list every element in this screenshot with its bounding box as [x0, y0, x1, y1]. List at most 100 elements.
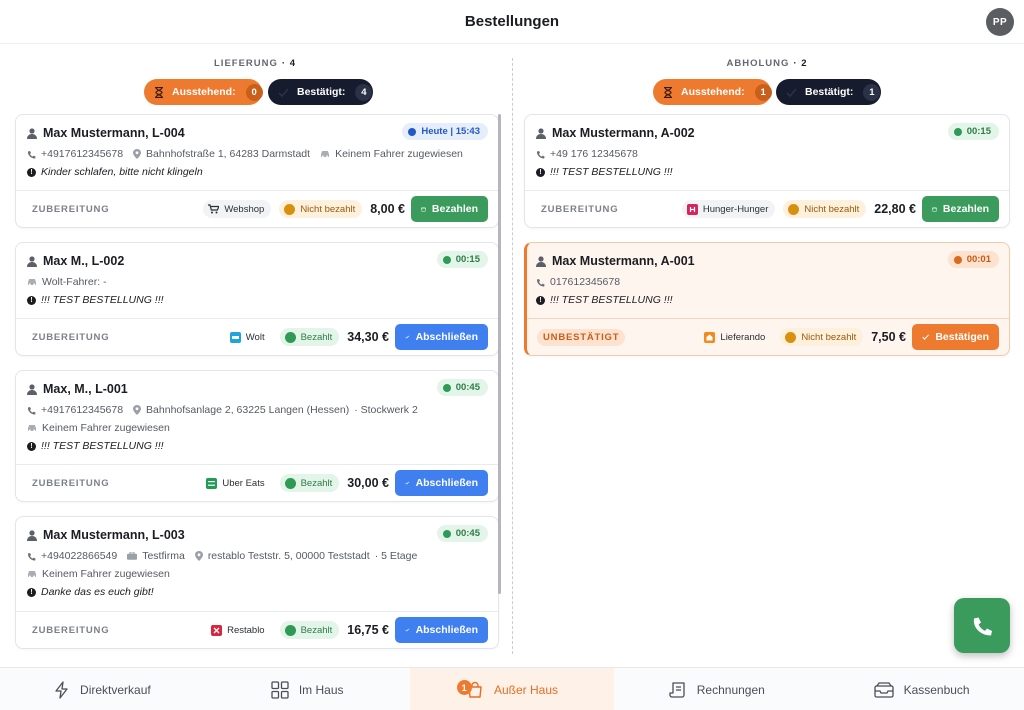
- nav-direktverkauf[interactable]: Direktverkauf: [0, 668, 205, 710]
- customer-name: Max Mustermann, A-002: [536, 124, 998, 142]
- confirm-button[interactable]: Bestätigen: [912, 324, 999, 350]
- order-amount: 16,75 €: [347, 623, 389, 637]
- info-icon: !: [27, 295, 36, 305]
- order-card-L-003[interactable]: Max Mustermann, L-003 00:45 +49402286654…: [15, 516, 499, 649]
- clock-icon: [953, 127, 962, 136]
- person-icon: [27, 255, 37, 267]
- phone-number: +494022866549: [41, 550, 118, 562]
- complete-button[interactable]: Abschließen: [395, 324, 488, 350]
- order-footer: ZUBEREITUNG Wolt Bezahlt 34,30 € Abschli…: [16, 318, 498, 355]
- order-status: ZUBEREITUNG: [32, 203, 110, 215]
- info-icon: !: [27, 587, 36, 597]
- payment-status-text: Bezahlt: [300, 477, 333, 489]
- nav-kassenbuch[interactable]: Kassenbuch: [819, 668, 1024, 710]
- clock-icon: [408, 127, 417, 136]
- floor-text: · Stockwerk 2: [354, 404, 418, 416]
- address-text: Bahnhofsanlage 2, 63225 Langen (Hessen): [146, 404, 350, 416]
- driver-text: Wolt-Fahrer: -: [42, 276, 107, 288]
- time-badge-text: 00:45: [455, 528, 480, 539]
- source-chip: Restablo: [206, 621, 272, 639]
- bottom-navigation: Direktverkauf Im Haus 1 Außer Haus Rechn…: [0, 667, 1024, 710]
- briefcase-icon: [127, 552, 138, 560]
- phone-entry[interactable]: +494022866549: [27, 550, 117, 562]
- person-icon: [536, 255, 546, 267]
- double-check-icon: [405, 481, 410, 485]
- order-note: ! !!! TEST BESTELLUNG !!!: [27, 291, 487, 309]
- phone-entry[interactable]: 017612345678: [536, 276, 620, 288]
- time-badge: 00:01: [947, 251, 999, 268]
- order-status: UNBESTÄTIGT: [537, 328, 626, 346]
- payment-status-icon: [284, 477, 296, 489]
- order-card-L-002[interactable]: Max M., L-002 00:15 Wolt-Fahrer: - ! !!! …: [15, 242, 499, 356]
- order-card-A-002[interactable]: Max Mustermann, A-002 00:15 +49 176 1234…: [524, 114, 1010, 228]
- note-text: !!! TEST BESTELLUNG !!!: [550, 166, 673, 178]
- nav-label: Rechnungen: [696, 682, 765, 697]
- hourglass-icon: [663, 86, 673, 98]
- pay-button[interactable]: Bezahlen: [922, 196, 999, 222]
- customer-name: Max Mustermann, L-003: [27, 526, 487, 544]
- grid-icon: [271, 680, 289, 699]
- driver-line: Keinem Fahrer zugewiesen: [27, 565, 487, 583]
- delivery-confirmed-filter[interactable]: Bestätigt: 4: [268, 79, 373, 105]
- order-footer: ZUBEREITUNG Uber Eats Bezahlt 30,00 € Ab…: [16, 464, 498, 501]
- nav-im-haus[interactable]: Im Haus: [205, 668, 410, 710]
- complete-button-label: Abschließen: [415, 624, 478, 636]
- time-badge-text: Heute | 15:43: [421, 126, 480, 137]
- phone-call-button[interactable]: [954, 598, 1010, 653]
- phone-entry[interactable]: +4917612345678: [27, 404, 123, 416]
- delivery-pending-label: Ausstehend:: [172, 86, 236, 98]
- location-pin-icon: [133, 405, 142, 415]
- app-header: Bestellungen PP: [0, 0, 1024, 44]
- complete-button[interactable]: Abschließen: [395, 470, 488, 496]
- nav-rechnungen[interactable]: Rechnungen: [614, 668, 819, 710]
- user-avatar[interactable]: PP: [986, 8, 1014, 36]
- phone-icon: [27, 552, 36, 561]
- order-card-L-004[interactable]: Max Mustermann, L-004 Heute | 15:43 +491…: [15, 114, 499, 228]
- time-badge: 00:15: [947, 123, 999, 140]
- column-divider: [512, 58, 513, 654]
- receipt-icon: [669, 681, 685, 698]
- confirm-button-label: Bestätigen: [935, 331, 989, 343]
- payment-status-icon: [785, 331, 797, 343]
- order-status: ZUBEREITUNG: [32, 477, 110, 489]
- order-card-A-001[interactable]: Max Mustermann, A-001 00:01 017612345678…: [524, 242, 1010, 356]
- nav-ausser-haus[interactable]: 1 Außer Haus: [409, 668, 615, 710]
- phone-entry[interactable]: +4917612345678: [27, 148, 123, 160]
- pickup-pending-filter[interactable]: Ausstehend: 1: [653, 79, 772, 105]
- pickup-confirmed-count: 1: [863, 83, 881, 101]
- info-icon: !: [27, 167, 36, 177]
- contact-line: 017612345678: [536, 273, 998, 291]
- driver-entry: Keinem Fahrer zugewiesen: [27, 568, 170, 580]
- person-icon: [27, 127, 37, 139]
- delivery-pending-count: 0: [245, 83, 263, 101]
- delivery-confirmed-count: 4: [355, 83, 373, 101]
- info-icon: !: [27, 441, 36, 451]
- time-badge-text: 00:15: [966, 126, 991, 137]
- order-card-L-001[interactable]: Max, M., L-001 00:45 +4917612345678 Bahn…: [15, 370, 499, 502]
- restablo-logo-icon: [211, 624, 223, 636]
- info-icon: !: [536, 295, 545, 305]
- contact-line: +4917612345678 Bahnhofsanlage 2, 63225 L…: [27, 401, 487, 419]
- delivery-list-scrollbar[interactable]: [498, 114, 501, 594]
- double-check-icon: [405, 628, 410, 632]
- payment-status-text: Nicht bezahlt: [804, 203, 860, 215]
- phone-entry[interactable]: +49 176 12345678: [536, 148, 638, 160]
- source-text: Lieferando: [720, 331, 766, 343]
- pickup-column-label: ABHOLUNG: [726, 58, 790, 69]
- order-status: ZUBEREITUNG: [32, 624, 110, 636]
- complete-button[interactable]: Abschließen: [395, 617, 488, 643]
- delivery-pending-filter[interactable]: Ausstehend: 0: [144, 79, 263, 105]
- driver-line: Wolt-Fahrer: -: [27, 273, 487, 291]
- source-chip: Webshop: [203, 200, 272, 218]
- check-icon: [278, 86, 289, 98]
- customer-name-text: Max Mustermann, A-001: [552, 254, 695, 268]
- pickup-confirmed-filter[interactable]: Bestätigt: 1: [776, 79, 881, 105]
- nav-label: Im Haus: [298, 682, 344, 697]
- note-text: Danke das es euch gibt!: [41, 586, 154, 598]
- pay-button[interactable]: Bezahlen: [411, 196, 488, 222]
- hourglass-icon: [154, 86, 164, 98]
- pay-button-label: Bezahlen: [942, 203, 989, 215]
- delivery-column-heading: LIEFERUNG · 4: [200, 58, 310, 69]
- time-badge: 00:45: [436, 525, 488, 542]
- source-text: Wolt: [245, 331, 265, 343]
